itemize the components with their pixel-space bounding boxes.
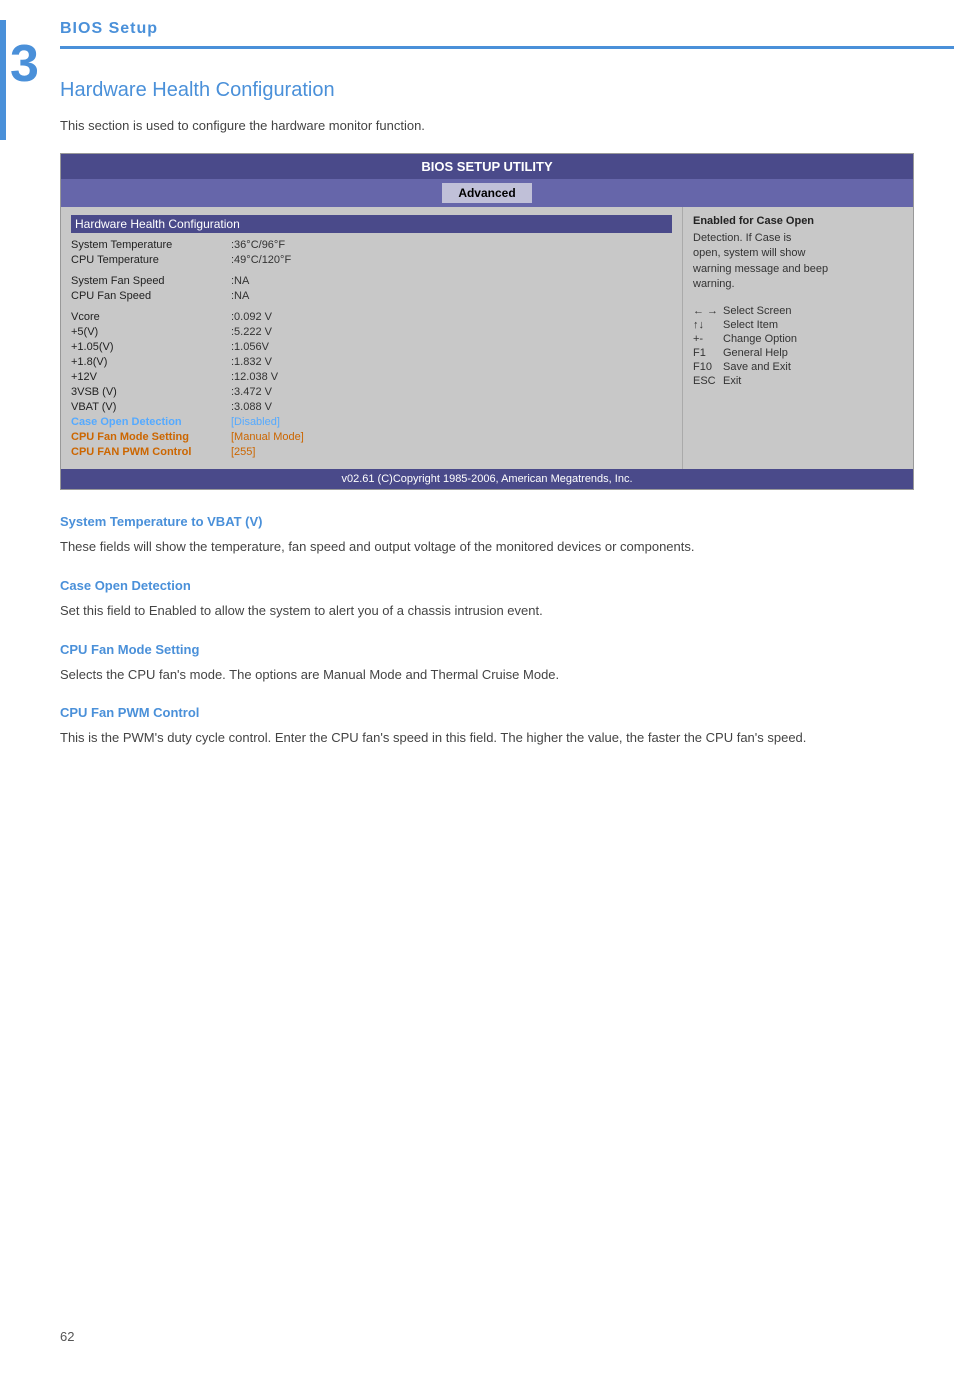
- f10-icon: F10: [693, 361, 723, 373]
- bios-key-f10: F10 Save and Exit: [693, 361, 903, 373]
- chapter-number: 3: [10, 38, 39, 90]
- bios-row-vcore: Vcore :0.092 V: [71, 311, 672, 323]
- bios-keys: ← → Select Screen ↑↓ Select Item +- Chan…: [693, 305, 903, 387]
- bios-value-12v: :12.038 V: [231, 371, 278, 383]
- bios-value-cpu-fan: :NA: [231, 290, 249, 302]
- subsection-case-open: Case Open Detection Set this field to En…: [60, 578, 914, 622]
- bios-value-vbat: :3.088 V: [231, 401, 272, 413]
- bios-key-desc-help: General Help: [723, 347, 788, 359]
- bios-row-12v: +12V :12.038 V: [71, 371, 672, 383]
- bios-row-cpu-temp: CPU Temperature :49°C/120°F: [71, 254, 672, 266]
- bios-label-3vsb: 3VSB (V): [71, 386, 231, 398]
- bios-value-fan-pwm: [255]: [231, 446, 255, 458]
- subsection-heading-case-open: Case Open Detection: [60, 578, 914, 593]
- bios-label-sys-fan: System Fan Speed: [71, 275, 231, 287]
- bios-value-sys-temp: :36°C/96°F: [231, 239, 285, 251]
- header-bar: BIOS Setup: [60, 20, 954, 49]
- bios-tab-bar: Advanced: [61, 179, 913, 207]
- bios-key-esc: ESC Exit: [693, 375, 903, 387]
- bios-setup-box: BIOS SETUP UTILITY Advanced Hardware Hea…: [60, 153, 914, 490]
- bios-row-3vsb: 3VSB (V) :3.472 V: [71, 386, 672, 398]
- subsection-cpu-fan-pwm: CPU Fan PWM Control This is the PWM's du…: [60, 705, 914, 749]
- bios-row-fan-mode[interactable]: CPU Fan Mode Setting [Manual Mode]: [71, 431, 672, 443]
- subsection-heading-cpu-fan-mode: CPU Fan Mode Setting: [60, 642, 914, 657]
- bios-key-desc-item: Select Item: [723, 319, 778, 331]
- bios-label-case-open: Case Open Detection: [71, 416, 231, 428]
- subsection-cpu-fan-mode: CPU Fan Mode Setting Selects the CPU fan…: [60, 642, 914, 686]
- bios-label-vbat: VBAT (V): [71, 401, 231, 413]
- bios-value-vcore: :0.092 V: [231, 311, 272, 323]
- bios-title-bar: BIOS SETUP UTILITY: [61, 154, 913, 179]
- arrow-leftright-icon: ← →: [693, 305, 723, 317]
- page-number: 62: [60, 1329, 74, 1344]
- subsection-text-cpu-fan-pwm: This is the PWM's duty cycle control. En…: [60, 728, 914, 749]
- chapter-accent-bar: [0, 20, 6, 140]
- bios-row-5v: +5(V) :5.222 V: [71, 326, 672, 338]
- subsection-heading-sys-temp: System Temperature to VBAT (V): [60, 514, 914, 529]
- bios-row-fan-pwm[interactable]: CPU FAN PWM Control [255]: [71, 446, 672, 458]
- bios-left-panel: Hardware Health Configuration System Tem…: [61, 207, 683, 469]
- bios-label-fan-pwm: CPU FAN PWM Control: [71, 446, 231, 458]
- bios-value-case-open: [Disabled]: [231, 416, 280, 428]
- section-intro: This section is used to configure the ha…: [60, 118, 914, 133]
- bios-value-105v: :1.056V: [231, 341, 269, 353]
- bios-label-fan-mode: CPU Fan Mode Setting: [71, 431, 231, 443]
- bios-help-text: Detection. If Case is open, system will …: [693, 231, 903, 293]
- bios-key-plusminus: +- Change Option: [693, 333, 903, 345]
- bios-key-desc-exit: Exit: [723, 375, 741, 387]
- header-title: BIOS Setup: [60, 20, 158, 38]
- plusminus-icon: +-: [693, 333, 723, 345]
- bios-label-105v: +1.05(V): [71, 341, 231, 353]
- subsection-text-sys-temp: These fields will show the temperature, …: [60, 537, 914, 558]
- subsection-heading-cpu-fan-pwm: CPU Fan PWM Control: [60, 705, 914, 720]
- bios-value-fan-mode: [Manual Mode]: [231, 431, 304, 443]
- bios-row-cpu-fan: CPU Fan Speed :NA: [71, 290, 672, 302]
- bios-label-5v: +5(V): [71, 326, 231, 338]
- bios-key-updown: ↑↓ Select Item: [693, 319, 903, 331]
- f1-icon: F1: [693, 347, 723, 359]
- bios-key-leftright: ← → Select Screen: [693, 305, 903, 317]
- bios-key-desc-save: Save and Exit: [723, 361, 791, 373]
- bios-body: Hardware Health Configuration System Tem…: [61, 207, 913, 469]
- bios-value-18v: :1.832 V: [231, 356, 272, 368]
- bios-right-panel: Enabled for Case Open Detection. If Case…: [683, 207, 913, 469]
- bios-label-18v: +1.8(V): [71, 356, 231, 368]
- bios-label-vcore: Vcore: [71, 311, 231, 323]
- bios-label-cpu-fan: CPU Fan Speed: [71, 290, 231, 302]
- subsection-sys-temp-vbat: System Temperature to VBAT (V) These fie…: [60, 514, 914, 558]
- bios-row-case-open[interactable]: Case Open Detection [Disabled]: [71, 416, 672, 428]
- arrow-updown-icon: ↑↓: [693, 319, 723, 331]
- page-title: Hardware Health Configuration: [60, 79, 914, 102]
- subsection-text-case-open: Set this field to Enabled to allow the s…: [60, 601, 914, 622]
- bios-label-12v: +12V: [71, 371, 231, 383]
- bios-label-cpu-temp: CPU Temperature: [71, 254, 231, 266]
- bios-label-sys-temp: System Temperature: [71, 239, 231, 251]
- page-content: Hardware Health Configuration This secti…: [60, 79, 914, 749]
- esc-icon: ESC: [693, 375, 723, 387]
- bios-value-5v: :5.222 V: [231, 326, 272, 338]
- bios-footer: v02.61 (C)Copyright 1985-2006, American …: [61, 469, 913, 489]
- bios-item-header: Hardware Health Configuration: [71, 215, 672, 233]
- bios-row-105v: +1.05(V) :1.056V: [71, 341, 672, 353]
- bios-value-cpu-temp: :49°C/120°F: [231, 254, 291, 266]
- bios-row-vbat: VBAT (V) :3.088 V: [71, 401, 672, 413]
- bios-row-sys-fan: System Fan Speed :NA: [71, 275, 672, 287]
- bios-value-sys-fan: :NA: [231, 275, 249, 287]
- bios-tab-advanced[interactable]: Advanced: [442, 183, 531, 203]
- subsection-text-cpu-fan-mode: Selects the CPU fan's mode. The options …: [60, 665, 914, 686]
- bios-key-desc-option: Change Option: [723, 333, 797, 345]
- bios-key-f1: F1 General Help: [693, 347, 903, 359]
- bios-row-18v: +1.8(V) :1.832 V: [71, 356, 672, 368]
- bios-value-3vsb: :3.472 V: [231, 386, 272, 398]
- bios-row-sys-temp: System Temperature :36°C/96°F: [71, 239, 672, 251]
- bios-key-desc-screen: Select Screen: [723, 305, 791, 317]
- bios-help-title: Enabled for Case Open: [693, 215, 903, 227]
